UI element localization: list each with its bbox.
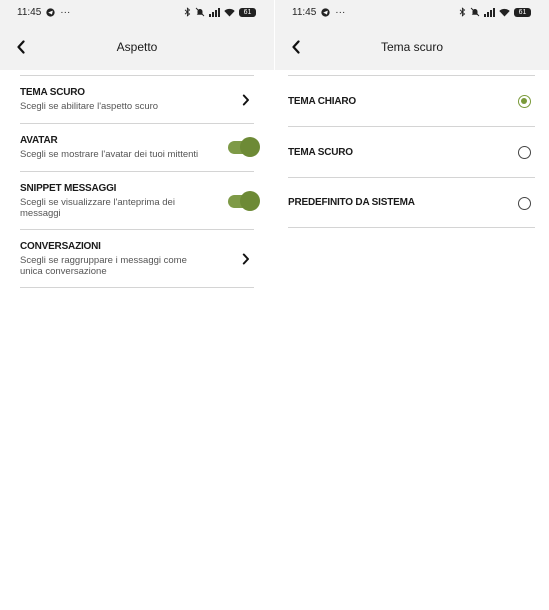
radio-button[interactable] — [518, 197, 531, 210]
theme-option-light[interactable]: TEMA CHIARO — [288, 75, 535, 126]
page-title: Tema scuro — [380, 40, 444, 54]
app-bar: Tema scuro — [275, 24, 549, 70]
setting-title: CONVERSAZIONI — [20, 241, 101, 252]
back-button[interactable] — [12, 38, 30, 56]
setting-description: Scegli se raggruppare i messaggi come un… — [20, 255, 187, 277]
back-button[interactable] — [287, 38, 305, 56]
status-overflow: ··· — [60, 6, 71, 18]
signal-icon — [209, 7, 220, 17]
chevron-right-icon — [240, 252, 252, 266]
setting-message-snippet: SNIPPET MESSAGGI Scegli se visualizzare … — [20, 171, 260, 229]
bell-off-icon — [470, 7, 480, 17]
setting-title: SNIPPET MESSAGGI — [20, 183, 117, 194]
theme-option-label: TEMA SCURO — [288, 146, 353, 158]
app-bar: Aspetto — [0, 24, 274, 70]
setting-avatar: AVATAR Scegli se mostrare l'avatar dei t… — [20, 123, 260, 171]
theme-option-system[interactable]: PREDEFINITO DA SISTEMA — [288, 177, 535, 228]
theme-option-label: PREDEFINITO DA SISTEMA — [288, 197, 415, 208]
setting-description: Scegli se abilitare l'aspetto scuro — [20, 101, 159, 112]
page-title: Aspetto — [116, 40, 158, 54]
setting-description: Scegli se mostrare l'avatar dei tuoi mit… — [20, 149, 199, 160]
radio-button[interactable] — [518, 146, 531, 159]
setting-conversations[interactable]: CONVERSAZIONI Scegli se raggruppare i me… — [20, 229, 254, 288]
theme-options-list: TEMA CHIARO TEMA SCURO PREDEFINITO DA SI… — [288, 75, 535, 228]
toggle-thumb — [240, 137, 260, 157]
bluetooth-icon — [459, 7, 466, 17]
status-time: 11:45 — [292, 6, 317, 18]
signal-icon — [484, 7, 495, 17]
radio-button[interactable] — [518, 95, 531, 108]
wifi-icon — [224, 8, 235, 17]
message-snippet-toggle[interactable] — [226, 191, 260, 211]
status-bar: 11:45 ··· 61 — [275, 0, 549, 24]
arrow-left-icon — [17, 40, 25, 54]
settings-list: TEMA SCURO Scegli se abilitare l'aspetto… — [20, 75, 260, 288]
setting-title: TEMA SCURO — [20, 87, 85, 98]
toggle-thumb — [240, 191, 260, 211]
battery-icon: 61 — [239, 7, 256, 17]
arrow-left-icon — [292, 40, 300, 54]
setting-dark-theme[interactable]: TEMA SCURO Scegli se abilitare l'aspetto… — [20, 75, 254, 123]
battery-icon: 61 — [514, 7, 531, 17]
wifi-icon — [499, 8, 510, 17]
appearance-screen: 11:45 ··· 61 Aspetto TEMA SCURO Scegli s… — [0, 0, 274, 610]
chevron-right-icon — [240, 93, 252, 107]
theme-option-dark[interactable]: TEMA SCURO — [288, 126, 535, 177]
status-bar: 11:45 ··· 61 — [0, 0, 274, 24]
theme-option-label: TEMA CHIARO — [288, 95, 356, 107]
avatar-toggle[interactable] — [226, 137, 260, 157]
status-time: 11:45 — [17, 6, 42, 18]
setting-title: AVATAR — [20, 135, 58, 146]
setting-description: Scegli se visualizzare l'anteprima dei m… — [20, 197, 175, 219]
dark-theme-screen: 11:45 ··· 61 Tema scuro TEMA CHIARO TEMA… — [275, 0, 549, 610]
bluetooth-icon — [184, 7, 191, 17]
status-overflow: ··· — [335, 6, 346, 18]
telegram-icon — [321, 7, 330, 17]
bell-off-icon — [195, 7, 205, 17]
telegram-icon — [46, 7, 55, 17]
